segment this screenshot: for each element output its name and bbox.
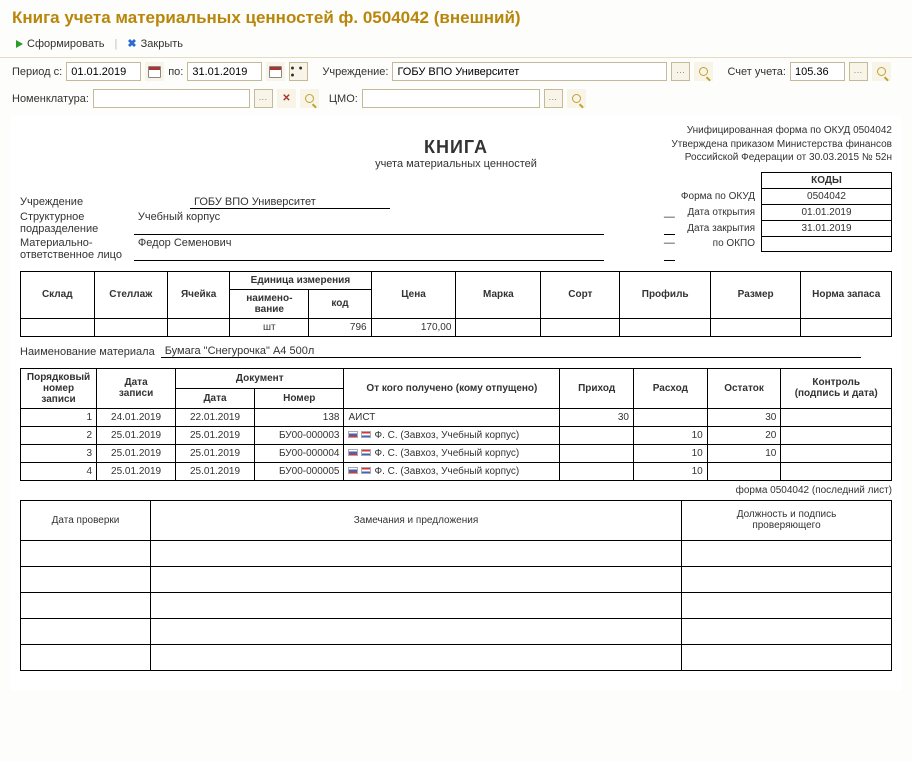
period-to-input[interactable] (187, 62, 262, 81)
calendar-icon (148, 66, 161, 78)
cmo-ellipsis-button[interactable]: ... (544, 89, 563, 108)
movement-table: Порядковый номер записи Дата записи Доку… (20, 368, 892, 481)
calendar-icon (269, 66, 282, 78)
cmo-search-button[interactable] (567, 89, 586, 108)
nomenclature-search-button[interactable] (300, 89, 319, 108)
period-from-label: Период с: (12, 66, 62, 78)
table-row: 124.01.201922.01.2019138АИСТ3030 (21, 408, 892, 426)
page-title: Книга учета материальных ценностей ф. 05… (0, 0, 912, 32)
org-input[interactable] (392, 62, 667, 81)
org-search-button[interactable] (694, 62, 713, 81)
nomenclature-label: Номенклатура: (12, 93, 89, 105)
characteristics-table: Склад Стеллаж Ячейка Единица измерения Ц… (20, 271, 892, 337)
calendar-button-from[interactable] (145, 62, 164, 81)
report-area: Унифицированная форма по ОКУД 0504042 Ут… (10, 116, 902, 691)
nomenclature-clear-button[interactable]: ✕ (277, 89, 296, 108)
nomenclature-input[interactable] (93, 89, 250, 108)
account-label: Счет учета: (727, 66, 785, 78)
flag-icon (361, 449, 371, 456)
period-from-input[interactable] (66, 62, 141, 81)
period-to-label: по: (168, 66, 183, 78)
play-icon (16, 40, 23, 48)
cmo-label: ЦМО: (329, 93, 358, 105)
info-mol-label: Материально-ответственное лицо (20, 237, 134, 261)
info-org-value: ГОБУ ВПО Университет (190, 196, 390, 209)
search-icon (877, 67, 886, 76)
account-search-button[interactable] (872, 62, 891, 81)
table-row (21, 618, 892, 644)
table-row: 225.01.201925.01.2019БУ00-000003Ф. С. (З… (21, 426, 892, 444)
search-icon (699, 67, 708, 76)
search-icon (572, 94, 581, 103)
table-row: шт 796 170,00 (21, 318, 892, 336)
account-ellipsis-button[interactable]: ... (849, 62, 868, 81)
clear-icon: ✕ (282, 93, 290, 104)
org-label: Учреждение: (322, 66, 388, 78)
close-icon: ✖ (127, 37, 136, 50)
flag-icon (348, 431, 358, 438)
cmo-input[interactable] (362, 89, 540, 108)
close-label: Закрыть (141, 38, 183, 50)
material-value: Бумага "Снегурочка" А4 500л (161, 345, 861, 358)
account-input[interactable] (790, 62, 845, 81)
material-label: Наименование материала (20, 346, 155, 358)
last-sheet-label: форма 0504042 (последний лист) (20, 485, 892, 496)
table-row (21, 566, 892, 592)
codes-block: КОДЫ Форма по ОКУД0504042 Дата открытия0… (675, 172, 892, 252)
check-table: Дата проверки Замечания и предложения До… (20, 500, 892, 671)
table-row (21, 540, 892, 566)
table-row: 425.01.201925.01.2019БУ00-000005Ф. С. (З… (21, 462, 892, 480)
flag-icon (361, 467, 371, 474)
info-mol-value: Федор Семенович (134, 237, 604, 261)
separator: | (115, 38, 118, 50)
period-ellipsis-button[interactable]: ● ● ● (289, 62, 308, 81)
generate-label: Сформировать (27, 38, 105, 50)
info-dept-label: Структурное подразделение (20, 211, 134, 235)
generate-button[interactable]: Сформировать (12, 37, 109, 51)
search-icon (305, 94, 314, 103)
flag-icon (348, 467, 358, 474)
calendar-button-to[interactable] (266, 62, 285, 81)
flag-icon (348, 449, 358, 456)
info-dept-value: Учебный корпус (134, 211, 604, 235)
table-row: 325.01.201925.01.2019БУ00-000004Ф. С. (З… (21, 444, 892, 462)
info-org-label: Учреждение (20, 196, 190, 209)
toolbar: Сформировать | ✖ Закрыть (0, 32, 912, 58)
org-ellipsis-button[interactable]: ... (671, 62, 690, 81)
table-row (21, 644, 892, 670)
close-button[interactable]: ✖ Закрыть (123, 36, 187, 51)
nomenclature-ellipsis-button[interactable]: ... (254, 89, 273, 108)
table-row (21, 592, 892, 618)
flag-icon (361, 431, 371, 438)
